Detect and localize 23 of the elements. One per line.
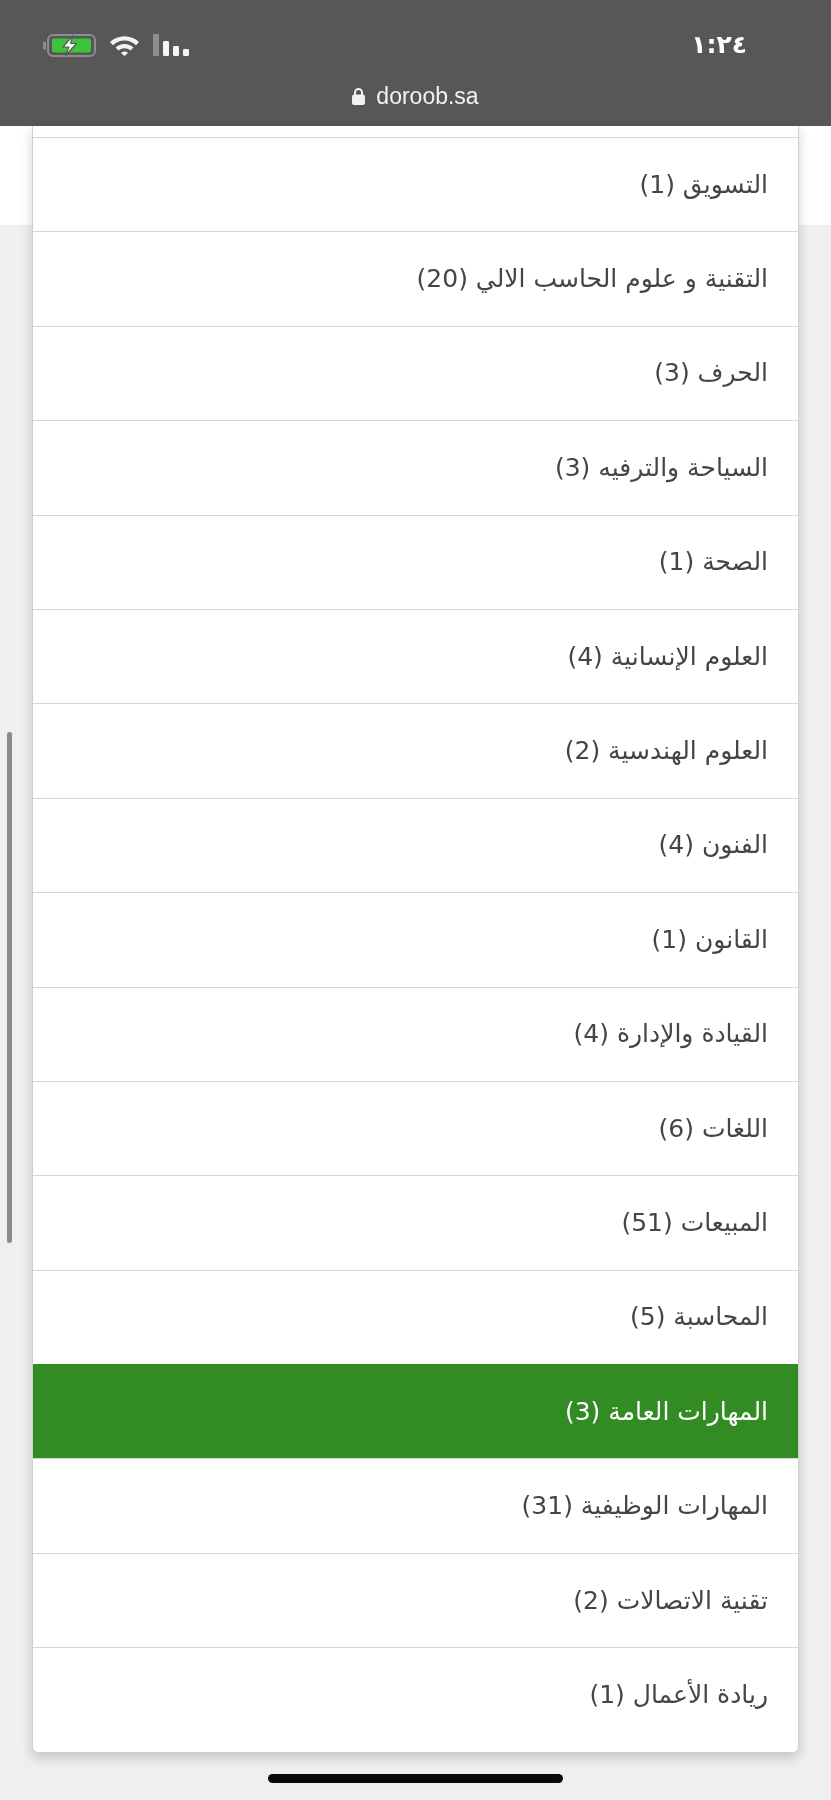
dropdown-option[interactable]: المحاسبة (5) <box>33 1269 798 1365</box>
signal-icon <box>153 34 190 56</box>
dropdown-option[interactable]: التسويق (1) <box>33 137 798 232</box>
battery-charging-icon <box>43 33 96 57</box>
dropdown-option[interactable]: العلوم الهندسية (2) <box>33 703 798 798</box>
dropdown-option[interactable]: ريادة الأعمال (1) <box>33 1647 798 1742</box>
dropdown-option[interactable]: التقنية و علوم الحاسب الالي (20) <box>33 231 798 326</box>
dropdown-option[interactable]: المهارات الوظيفية (31) <box>33 1458 798 1553</box>
dropdown-option[interactable]: القيادة والإدارة (4) <box>33 986 798 1081</box>
status-time: ١:٢٤ <box>691 32 747 58</box>
dropdown-option[interactable]: الفنون (4) <box>33 797 798 893</box>
dropdown-option[interactable]: تقنية الاتصالات (2) <box>33 1552 798 1648</box>
selected-option[interactable]: المهارات العامة (3) <box>33 1364 798 1459</box>
dropdown-option[interactable]: الحرف (3) <box>33 325 798 421</box>
dropdown-option[interactable]: العلوم الإنسانية (4) <box>33 608 798 704</box>
dropdown-option[interactable]: الصحة (1) <box>33 514 798 609</box>
lock-icon <box>352 87 366 105</box>
dropdown-option[interactable]: المبيعات (51) <box>33 1175 798 1270</box>
dropdown-option[interactable]: القانون (1) <box>33 892 798 987</box>
dropdown-option[interactable]: السياحة والترفيه (3) <box>33 420 798 515</box>
url-text[interactable]: doroob.sa <box>376 83 479 109</box>
wifi-icon <box>109 34 140 56</box>
dropdown-option[interactable]: اللغات (6) <box>33 1080 798 1176</box>
